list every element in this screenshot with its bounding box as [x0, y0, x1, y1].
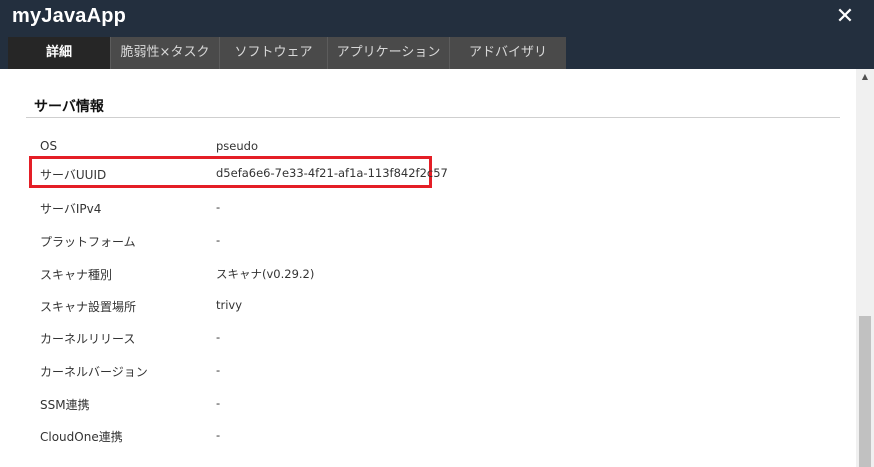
section-divider — [26, 117, 840, 118]
details-panel: サーバ情報 OS pseudo サーバUUID d5efa6e6-7e33-4f… — [0, 69, 856, 467]
info-row-ssm: SSM連携 - — [40, 396, 800, 416]
info-row-kernel-release: カーネルリリース - — [40, 330, 800, 350]
info-key: スキャナ設置場所 — [40, 300, 137, 314]
info-row-os: OS pseudo — [40, 139, 800, 159]
info-row-platform: プラットフォーム - — [40, 233, 800, 253]
tab-bar: 詳細 脆弱性×タスク ソフトウェア アプリケーション アドバイザリ — [0, 37, 874, 69]
info-key: SSM連携 — [40, 398, 90, 412]
info-key: サーバIPv4 — [40, 202, 102, 216]
info-value: - — [216, 363, 221, 377]
info-value: - — [216, 200, 221, 214]
app-title: myJavaApp — [12, 5, 127, 27]
tab-software[interactable]: ソフトウェア — [220, 37, 328, 69]
info-value: trivy — [216, 298, 243, 312]
info-row-cloudone: CloudOne連携 - — [40, 428, 800, 448]
info-key: CloudOne連携 — [40, 430, 123, 444]
info-row-scanner-location: スキャナ設置場所 trivy — [40, 298, 800, 318]
info-row-server-uuid: サーバUUID d5efa6e6-7e33-4f21-af1a-113f842f… — [40, 166, 800, 186]
scrollbar-thumb[interactable] — [859, 316, 871, 467]
info-key: プラットフォーム — [40, 235, 136, 249]
chevron-up-icon[interactable]: ▲ — [856, 69, 874, 85]
vertical-scrollbar[interactable]: ▲ — [856, 69, 874, 467]
info-key: カーネルバージョン — [40, 365, 148, 379]
window-titlebar: myJavaApp ✕ — [0, 0, 874, 37]
info-key: OS — [40, 139, 58, 153]
section-title: サーバ情報 — [34, 99, 104, 115]
info-value: - — [216, 330, 221, 344]
tab-strip: 詳細 脆弱性×タスク ソフトウェア アプリケーション アドバイザリ — [8, 37, 566, 69]
info-value: pseudo — [216, 139, 258, 153]
info-key: サーバUUID — [40, 168, 107, 182]
tab-advisory[interactable]: アドバイザリ — [450, 37, 566, 69]
info-value: - — [216, 233, 221, 247]
info-key: カーネルリリース — [40, 332, 136, 346]
info-row-scanner-type: スキャナ種別 スキャナ(v0.29.2) — [40, 266, 800, 286]
info-value: - — [216, 428, 221, 442]
info-row-kernel-version: カーネルバージョン - — [40, 363, 800, 383]
close-icon[interactable]: ✕ — [834, 4, 856, 30]
tab-application[interactable]: アプリケーション — [328, 37, 450, 69]
info-row-server-ipv4: サーバIPv4 - — [40, 200, 800, 220]
tab-details[interactable]: 詳細 — [8, 37, 111, 69]
info-key: スキャナ種別 — [40, 268, 113, 282]
info-value: スキャナ(v0.29.2) — [216, 267, 315, 281]
info-value: - — [216, 396, 221, 410]
tab-vulnerability-task[interactable]: 脆弱性×タスク — [111, 37, 220, 69]
info-value: d5efa6e6-7e33-4f21-af1a-113f842f2c57 — [216, 166, 448, 180]
